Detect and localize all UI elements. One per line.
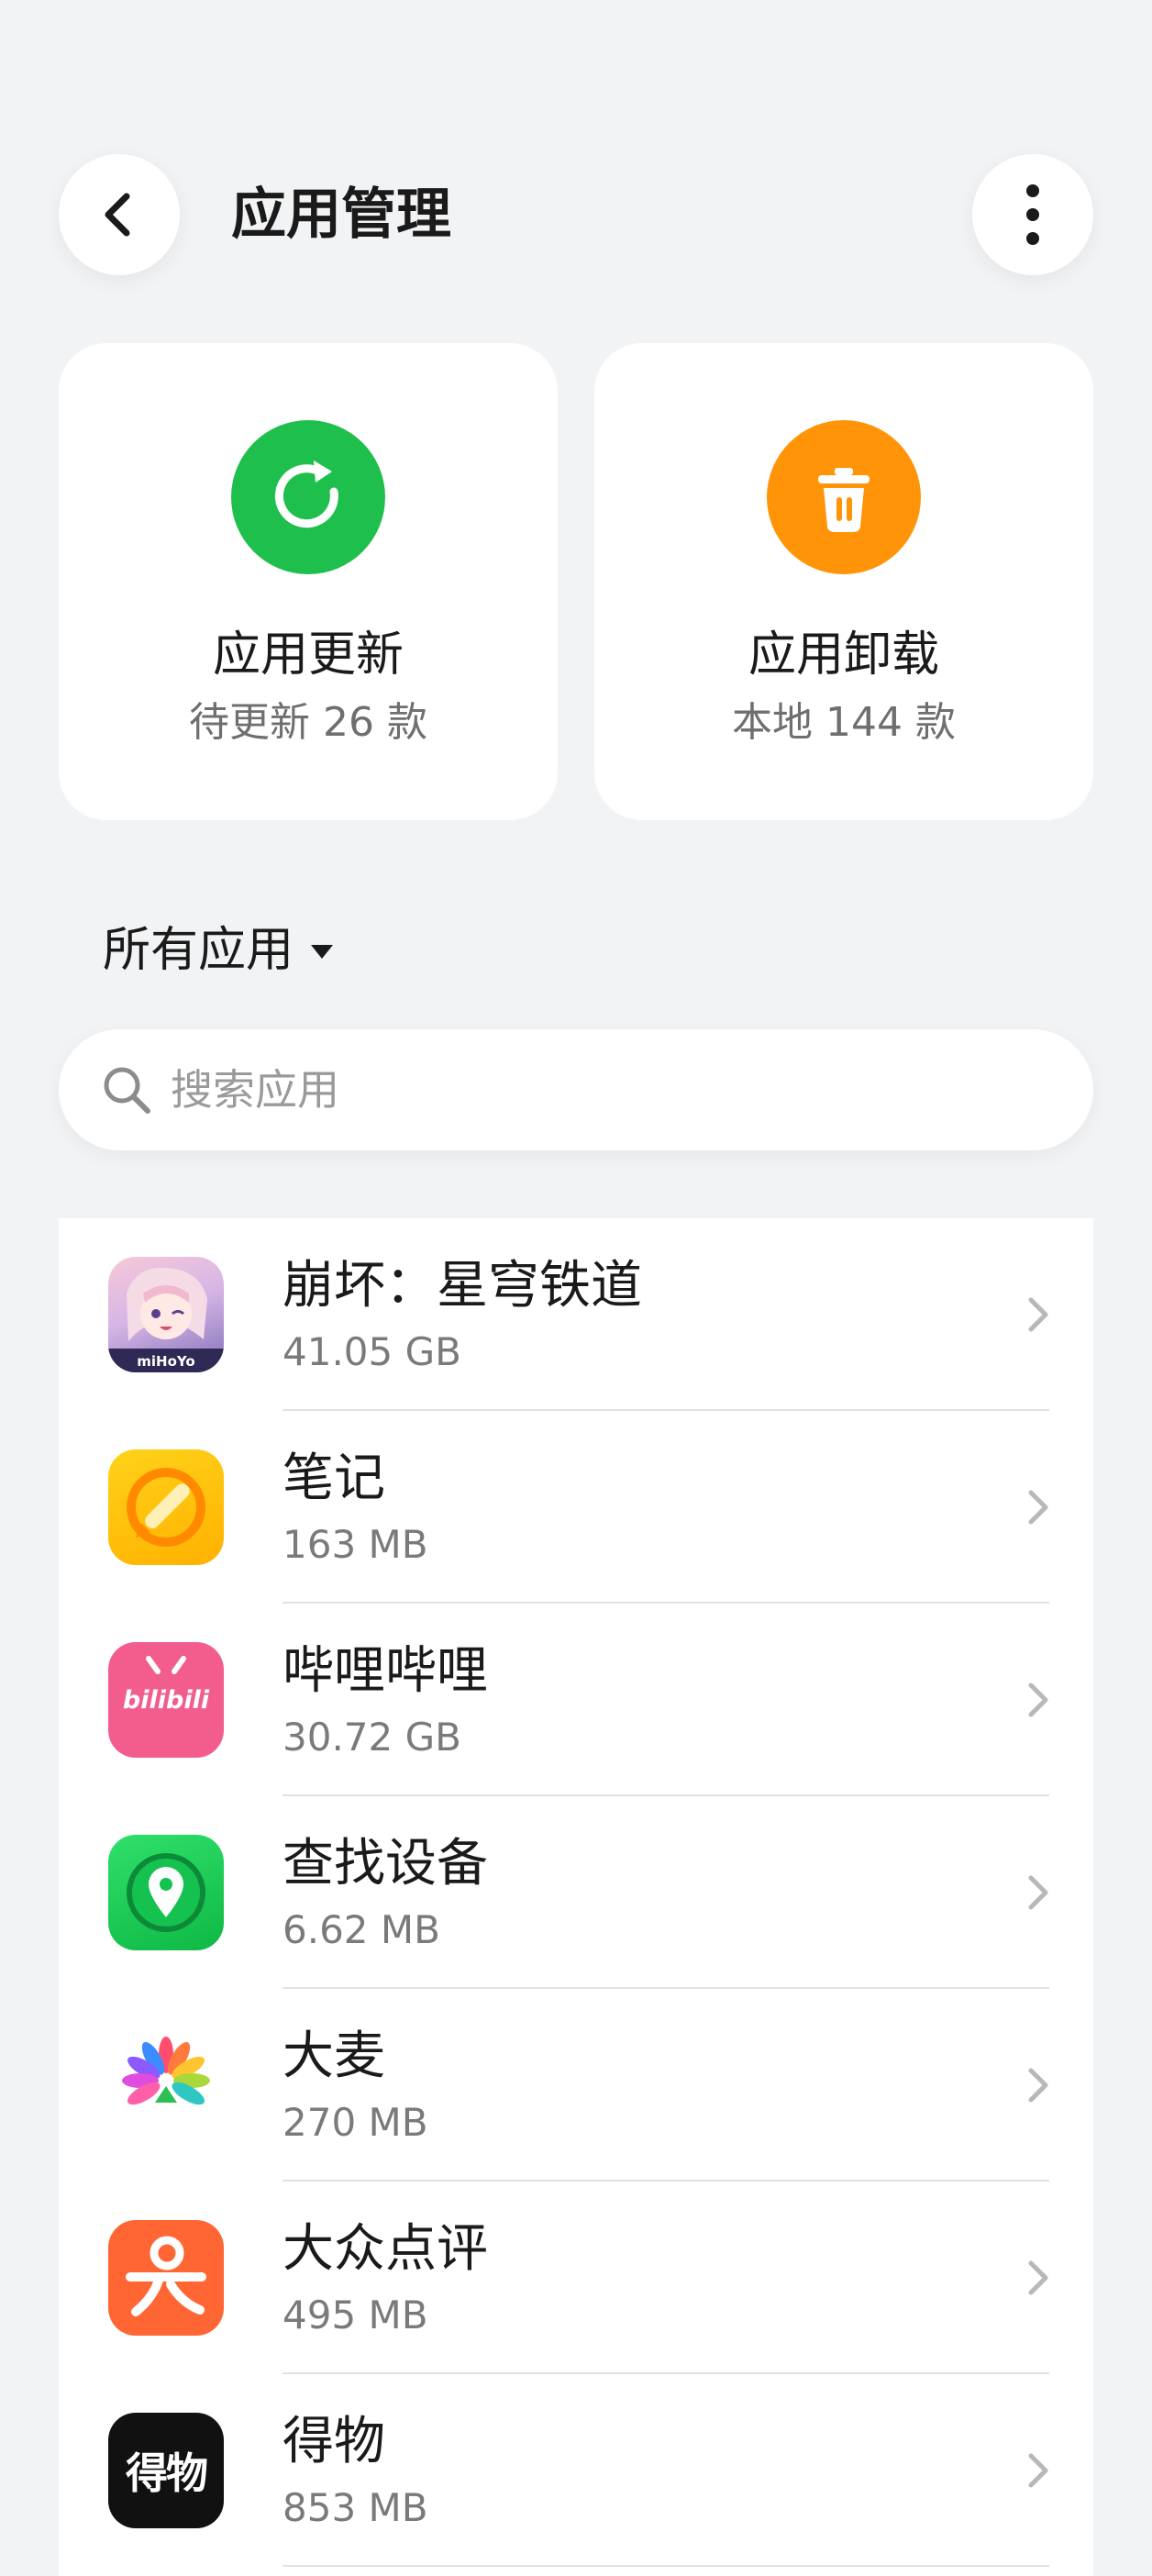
chevron-right-icon xyxy=(1028,2260,1048,2295)
more-vertical-icon xyxy=(1026,184,1039,245)
list-item[interactable]: 笔记 163 MB xyxy=(59,1411,1093,1604)
search-bar[interactable] xyxy=(59,1029,1093,1150)
bilibili-icon: bilibili xyxy=(108,1642,224,1758)
page-title: 应用管理 xyxy=(231,183,451,247)
list-item[interactable]: 大麦 270 MB xyxy=(59,1989,1093,2182)
list-item[interactable]: 得物 得物 853 MB xyxy=(59,2374,1093,2567)
app-size: 30.72 GB xyxy=(282,1715,461,1760)
app-size: 41.05 GB xyxy=(282,1329,461,1374)
search-icon xyxy=(104,1067,150,1114)
app-name: 得物 xyxy=(282,2412,385,2471)
app-update-title: 应用更新 xyxy=(212,627,404,683)
list-item[interactable]: 查找设备 6.62 MB xyxy=(59,1796,1093,1989)
search-input[interactable] xyxy=(171,1053,996,1127)
app-name: 哔哩哔哩 xyxy=(282,1641,488,1701)
filter-label: 所有应用 xyxy=(103,923,294,978)
dewu-icon-text: 得物 xyxy=(126,2448,208,2498)
dewu-icon: 得物 xyxy=(108,2413,224,2528)
app-name: 大众点评 xyxy=(282,2219,488,2279)
chevron-right-icon xyxy=(1028,2453,1048,2488)
honkai-star-rail-icon: miHoYo xyxy=(108,1257,224,1372)
caret-down-icon xyxy=(311,945,334,959)
find-device-icon xyxy=(108,1835,224,1950)
app-name: 查找设备 xyxy=(282,1834,488,1893)
more-options-button[interactable] xyxy=(972,154,1093,275)
app-uninstall-card[interactable]: 应用卸载 本地 144 款 xyxy=(594,343,1093,820)
app-uninstall-count: 本地 144 款 xyxy=(732,699,956,746)
back-button[interactable] xyxy=(59,154,180,275)
list-item[interactable]: miHoYo 崩坏：星穹铁道 41.05 GB xyxy=(59,1218,1093,1411)
app-uninstall-title: 应用卸载 xyxy=(748,627,939,683)
app-uninstall-icon-circle xyxy=(767,420,921,574)
list-item[interactable]: bilibili 哔哩哔哩 30.72 GB xyxy=(59,1604,1093,1796)
damai-icon xyxy=(108,2027,224,2143)
divider xyxy=(282,2565,1049,2567)
chevron-right-icon xyxy=(1028,1682,1048,1717)
bilibili-icon-text: bilibili xyxy=(122,1685,210,1715)
trash-icon xyxy=(818,468,870,532)
app-filter-dropdown[interactable]: 所有应用 xyxy=(103,917,336,983)
honkai-icon-text: miHoYo xyxy=(137,1353,195,1370)
notes-icon xyxy=(108,1449,224,1565)
chevron-right-icon xyxy=(1028,1490,1048,1525)
app-update-icon-circle xyxy=(231,420,385,574)
chevron-right-icon xyxy=(1028,1875,1048,1910)
app-size: 6.62 MB xyxy=(282,1907,440,1952)
app-size: 495 MB xyxy=(282,2293,428,2337)
list-item[interactable]: 大众点评 495 MB xyxy=(59,2182,1093,2374)
refresh-icon xyxy=(274,461,338,528)
app-update-count: 待更新 26 款 xyxy=(189,699,427,746)
app-size: 853 MB xyxy=(282,2485,428,2530)
app-size: 270 MB xyxy=(282,2100,428,2145)
header-bar: 应用管理 xyxy=(0,154,1152,275)
chevron-right-icon xyxy=(1028,1297,1048,1332)
app-list: miHoYo 崩坏：星穹铁道 41.05 GB 笔记 163 MB bilibi… xyxy=(59,1218,1093,2576)
dianping-icon xyxy=(108,2220,224,2336)
app-name: 崩坏：星穹铁道 xyxy=(282,1256,642,1316)
app-update-card[interactable]: 应用更新 待更新 26 款 xyxy=(59,343,558,820)
chevron-right-icon xyxy=(1028,2068,1048,2103)
app-size: 163 MB xyxy=(282,1522,428,1567)
app-name: 笔记 xyxy=(282,1449,385,1508)
chevron-left-icon xyxy=(105,193,130,237)
app-name: 大麦 xyxy=(282,2026,385,2086)
